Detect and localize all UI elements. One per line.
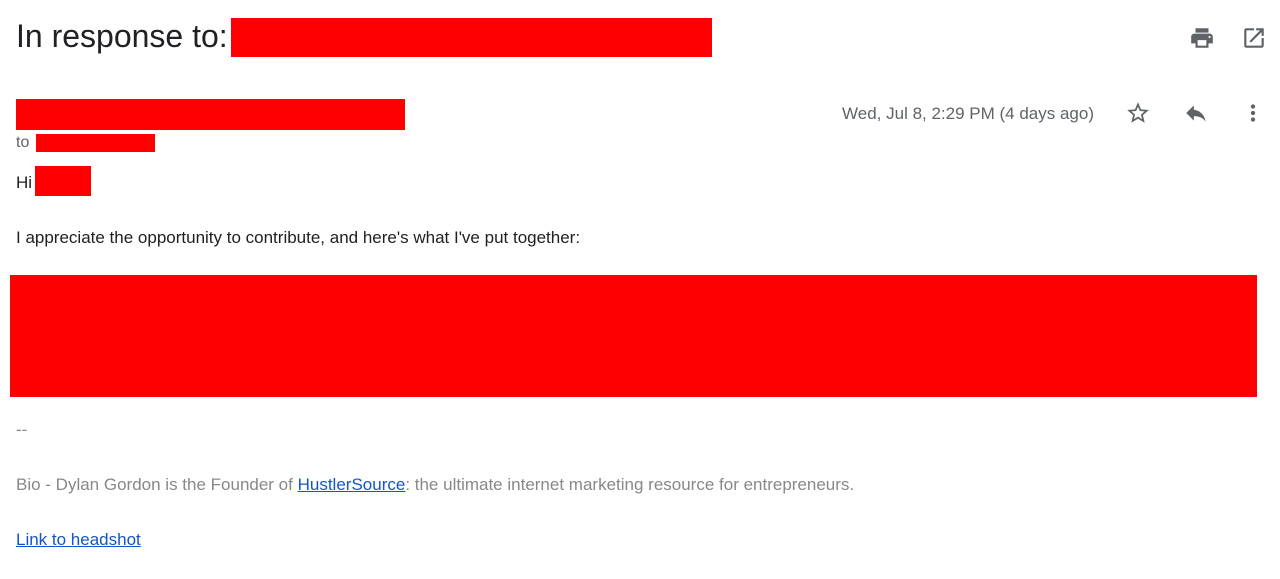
reply-icon (1183, 100, 1209, 126)
hustlersource-link[interactable]: HustlerSource (298, 475, 406, 494)
redacted-subject (231, 18, 712, 57)
redacted-recipient[interactable] (36, 134, 155, 152)
more-options-button[interactable] (1239, 99, 1267, 127)
bio-suffix: : the ultimate internet marketing resour… (405, 475, 855, 494)
redacted-content-block (10, 275, 1257, 397)
more-vertical-icon (1240, 100, 1266, 126)
reply-button[interactable] (1182, 99, 1210, 127)
redacted-sender (16, 99, 405, 130)
print-icon (1189, 25, 1215, 51)
redacted-recipient-name (35, 166, 91, 196)
signature-bio: Bio - Dylan Gordon is the Founder of Hus… (16, 474, 854, 496)
greeting: Hi (16, 173, 33, 192)
recipient-label: to (16, 134, 30, 151)
star-icon (1125, 100, 1151, 126)
headshot-line: Link to headshot (16, 529, 141, 551)
open-in-new-window-icon (1241, 25, 1267, 51)
headshot-link[interactable]: Link to headshot (16, 530, 141, 549)
open-in-new-window-button[interactable] (1240, 24, 1268, 52)
subject-label: In response to: (16, 18, 228, 54)
star-button[interactable] (1124, 99, 1152, 127)
intro-text: I appreciate the opportunity to contribu… (16, 228, 581, 247)
email-subject: In response to: (16, 14, 228, 58)
email-date: Wed, Jul 8, 2:29 PM (4 days ago) (842, 104, 1094, 123)
bio-prefix: Bio - Dylan Gordon is the Founder of (16, 475, 298, 494)
print-button[interactable] (1188, 24, 1216, 52)
signature-separator: -- (16, 420, 28, 439)
